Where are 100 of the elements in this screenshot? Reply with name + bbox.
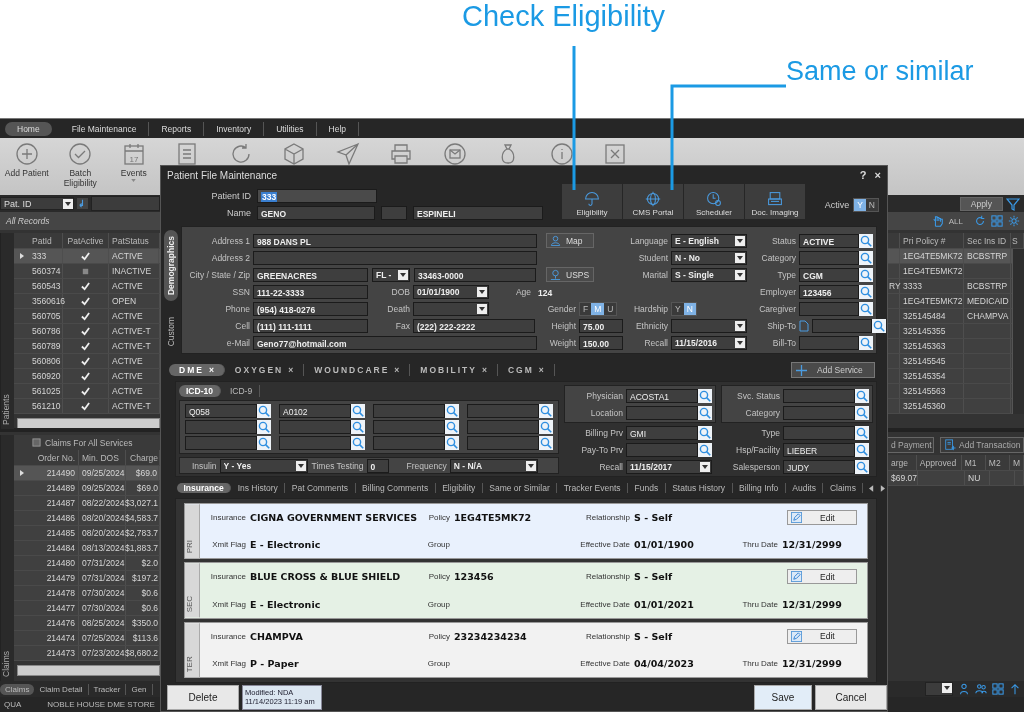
- table-row[interactable]: 214478 07/30/2024 $0.6: [14, 586, 160, 601]
- search-button[interactable]: [859, 250, 873, 265]
- help-button[interactable]: ?: [859, 169, 867, 181]
- toolbar-label[interactable]: Add Patient: [0, 168, 53, 178]
- checkbox[interactable]: [32, 438, 41, 447]
- hand-icon[interactable]: [931, 215, 944, 227]
- search-button[interactable]: [445, 436, 459, 451]
- input-field[interactable]: Geno77@hotmail.com: [253, 335, 537, 350]
- action-button[interactable]: Map: [546, 233, 594, 248]
- input-field[interactable]: 75.00: [579, 318, 623, 333]
- input-field[interactable]: 123456: [799, 284, 859, 299]
- column-header[interactable]: Min. DOS: [79, 450, 126, 465]
- input-field[interactable]: [783, 425, 855, 440]
- refresh-icon[interactable]: [974, 215, 986, 227]
- input-field[interactable]: 150.00: [579, 335, 623, 350]
- table-row[interactable]: 560789 ACTIVE-T: [14, 339, 160, 354]
- dropdown[interactable]: Pat. ID: [0, 197, 74, 210]
- input-field[interactable]: [253, 250, 537, 265]
- table-row[interactable]: 560705 ACTIVE: [14, 309, 160, 324]
- column-header[interactable]: M: [1009, 455, 1024, 470]
- input-field[interactable]: CGM: [799, 267, 859, 282]
- search-button[interactable]: [698, 425, 712, 440]
- tab[interactable]: OXYGEN ×: [224, 364, 305, 376]
- search-button[interactable]: [257, 404, 271, 419]
- tool-button[interactable]: Scheduler: [684, 184, 744, 219]
- table-row[interactable]: 214486 08/20/2024$4,583.7: [14, 511, 160, 526]
- apply-button[interactable]: Apply: [959, 196, 1003, 211]
- search-button[interactable]: [859, 301, 873, 316]
- input-field[interactable]: [381, 205, 407, 220]
- box-icon[interactable]: [282, 142, 307, 166]
- search-button[interactable]: [855, 405, 869, 420]
- tab[interactable]: Ins History: [231, 483, 286, 493]
- payment-button[interactable]: d Payment: [888, 437, 934, 453]
- table-row[interactable]: 560920 ACTIVE: [14, 369, 160, 384]
- tool-button[interactable]: CMS Portal: [623, 184, 683, 219]
- input-field[interactable]: [812, 318, 872, 333]
- side-tab[interactable]: Claims: [0, 435, 14, 681]
- search-button[interactable]: [698, 442, 712, 457]
- person-icon[interactable]: [958, 683, 970, 695]
- input-field[interactable]: 333: [257, 188, 377, 203]
- tool-button[interactable]: Doc. Imaging: [745, 184, 805, 219]
- table-row[interactable]: 560806 ACTIVE: [14, 354, 160, 369]
- column-header[interactable]: Approved: [916, 455, 962, 470]
- toolbar-label[interactable]: Batch Eligibility: [54, 168, 107, 188]
- edit-button[interactable]: Edit: [787, 569, 857, 585]
- tab[interactable]: Same or Similar: [482, 483, 558, 493]
- scrollbar[interactable]: [17, 665, 160, 676]
- search-button[interactable]: [539, 436, 553, 451]
- input-field[interactable]: ACTIVE: [799, 233, 859, 248]
- input-field[interactable]: [279, 420, 351, 435]
- search-button[interactable]: [351, 436, 365, 451]
- toggle-option[interactable]: F: [580, 302, 592, 315]
- table-row[interactable]: 214487 08/22/2024$3,027.1: [14, 496, 160, 511]
- all-label[interactable]: ALL: [948, 216, 963, 226]
- search-button[interactable]: [351, 420, 365, 435]
- tab[interactable]: Tracker Events: [557, 483, 629, 493]
- tab[interactable]: Billing Info: [732, 483, 786, 493]
- input-field[interactable]: [279, 436, 351, 451]
- paper-plane-icon[interactable]: [335, 142, 360, 166]
- scroll-left-icon[interactable]: [869, 484, 875, 492]
- column-header[interactable]: Pri Policy #: [900, 233, 964, 248]
- action-button[interactable]: USPS: [546, 267, 594, 282]
- menu-item[interactable]: Home: [5, 121, 52, 136]
- tab[interactable]: Eligibility: [435, 483, 483, 493]
- search-button[interactable]: [859, 233, 873, 248]
- delete-button[interactable]: Delete: [167, 684, 239, 710]
- input-field[interactable]: 0: [366, 458, 389, 473]
- tab[interactable]: Tracker: [88, 683, 127, 695]
- close-button[interactable]: ×: [874, 169, 881, 181]
- input-field[interactable]: 111-22-3333: [253, 284, 368, 299]
- input-field[interactable]: [626, 442, 698, 457]
- input-field[interactable]: [373, 404, 445, 419]
- search-button[interactable]: [445, 420, 459, 435]
- search-button[interactable]: [445, 404, 459, 419]
- dropdown[interactable]: N - No: [671, 250, 747, 265]
- table-row[interactable]: 214477 07/30/2024 $0.6: [14, 601, 160, 616]
- cancel-button[interactable]: Cancel: [815, 684, 887, 710]
- tab[interactable]: WOUNDCARE ×: [304, 364, 411, 376]
- table-row[interactable]: 214489 09/25/2024 $69.0: [14, 481, 160, 496]
- tab[interactable]: Audits: [785, 483, 824, 493]
- table-row[interactable]: 333 ACTIVE: [14, 249, 160, 264]
- table-row[interactable]: 214474 07/25/2024 $113.6: [14, 631, 160, 646]
- scrollbar[interactable]: [17, 418, 160, 429]
- input-field[interactable]: ACOSTA1: [626, 388, 698, 403]
- cancel-icon[interactable]: [603, 142, 628, 166]
- column-header[interactable]: S: [1011, 233, 1024, 248]
- edit-button[interactable]: Edit: [787, 628, 857, 644]
- tab[interactable]: Gen: [126, 683, 153, 695]
- dropdown[interactable]: [925, 682, 953, 696]
- input-field[interactable]: (222) 222-2222: [413, 318, 535, 333]
- search-button[interactable]: [872, 318, 886, 333]
- column-header[interactable]: Sec Ins ID: [964, 233, 1011, 248]
- input-field[interactable]: [799, 335, 859, 350]
- toolbar-label[interactable]: Events: [107, 168, 160, 178]
- tab[interactable]: Funds: [628, 483, 666, 493]
- filter-icon[interactable]: [1006, 196, 1020, 211]
- info-icon[interactable]: [549, 142, 574, 166]
- input-field[interactable]: [783, 405, 855, 420]
- table-row[interactable]: 214480 07/31/2024 $2.0: [14, 556, 160, 571]
- search-button[interactable]: [859, 267, 873, 282]
